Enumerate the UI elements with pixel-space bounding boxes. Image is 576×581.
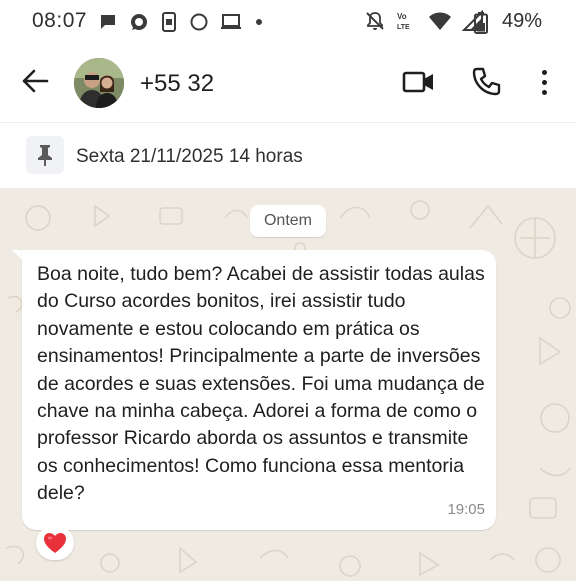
laptop-icon	[220, 12, 242, 37]
back-arrow-icon	[21, 69, 49, 98]
chat-area[interactable]: Ontem Boa noite, tudo bem? Acabei de ass…	[0, 188, 576, 581]
video-call-icon	[402, 71, 436, 101]
date-divider: Ontem	[250, 205, 326, 237]
avatar[interactable]	[74, 58, 124, 108]
more-options-icon	[541, 69, 547, 75]
chat-header: +55 32	[0, 44, 576, 122]
more-options-button[interactable]	[530, 64, 558, 100]
pin-icon	[26, 136, 64, 174]
dot-icon	[253, 12, 265, 37]
status-system-icons: Vo LTE	[364, 9, 484, 37]
voice-call-button[interactable]	[470, 66, 502, 98]
voice-call-icon	[470, 67, 502, 102]
mute-icon	[364, 10, 386, 37]
back-button[interactable]	[18, 66, 52, 100]
phone-screen-icon	[160, 12, 178, 37]
svg-text:LTE: LTE	[397, 24, 410, 31]
whatsapp-icon	[129, 12, 149, 37]
incoming-message-bubble[interactable]: Boa noite, tudo bem? Acabei de assistir …	[22, 250, 496, 530]
battery-percent: 49%	[501, 10, 542, 32]
video-call-button[interactable]	[402, 67, 436, 97]
circle-icon	[189, 12, 209, 37]
pinned-message-text: Sexta 21/11/2025 14 horas	[76, 146, 303, 167]
contact-name[interactable]: +55 32	[140, 70, 214, 98]
heart-reaction[interactable]	[36, 526, 74, 560]
status-time: 08:07	[32, 9, 88, 32]
status-notification-icons	[98, 12, 265, 37]
status-bar: 08:07 Vo LTE 49%	[0, 0, 576, 44]
svg-text:Vo: Vo	[397, 12, 407, 21]
wifi-icon	[428, 10, 452, 37]
battery-icon	[474, 12, 488, 39]
message-text: Boa noite, tudo bem? Acabei de assistir …	[37, 263, 485, 505]
heart-icon	[44, 533, 66, 553]
volte-icon: Vo LTE	[396, 10, 418, 37]
pinned-message-bar[interactable]: Sexta 21/11/2025 14 horas	[0, 122, 576, 189]
message-time: 19:05	[447, 501, 485, 518]
message-icon	[98, 12, 118, 37]
